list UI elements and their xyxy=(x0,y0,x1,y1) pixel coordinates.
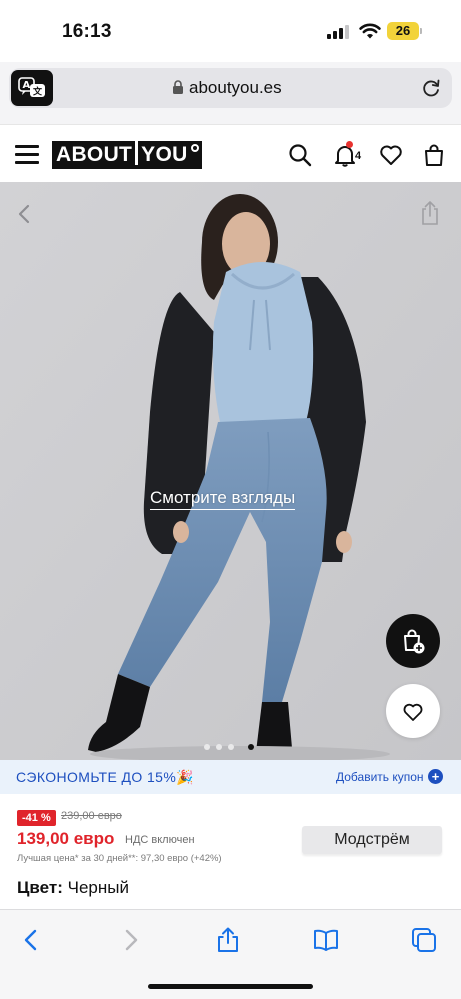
menu-icon[interactable] xyxy=(15,145,39,165)
model-photo xyxy=(0,182,461,760)
search-icon[interactable] xyxy=(288,143,312,167)
battery-indicator: 26 xyxy=(387,22,419,40)
old-price: 239,00 евро xyxy=(61,810,122,822)
battery-tip xyxy=(420,28,422,34)
color-label: Цвет: xyxy=(17,878,63,897)
forward-icon[interactable] xyxy=(118,927,144,953)
coupon-text: СЭКОНОМЬТЕ ДО 15%🎉 xyxy=(16,769,195,785)
reload-icon[interactable] xyxy=(420,77,442,99)
bell-icon[interactable] xyxy=(333,143,357,167)
logo-right: YOU xyxy=(141,143,188,166)
bookmarks-icon[interactable] xyxy=(313,927,339,953)
bag-icon[interactable] xyxy=(422,143,446,167)
size-button[interactable]: Модстрём xyxy=(302,826,442,854)
browser-address-area: A 文 aboutyou.es xyxy=(0,62,461,124)
status-bar: 16:13 26 xyxy=(0,0,461,62)
site-header: ABOUT YOU 4 xyxy=(0,124,461,182)
translate-icon: A 文 xyxy=(18,77,45,98)
svg-text:文: 文 xyxy=(32,86,43,98)
cellular-signal-icon xyxy=(327,24,351,39)
notification-count: 4 xyxy=(355,150,362,162)
carousel-back-icon[interactable] xyxy=(15,202,33,226)
discount-badge: -41 % xyxy=(17,810,56,826)
home-indicator xyxy=(148,984,313,989)
add-coupon-plus-icon[interactable]: + xyxy=(428,769,443,784)
translate-button[interactable]: A 文 xyxy=(11,70,53,106)
about-you-logo[interactable]: ABOUT YOU xyxy=(52,141,202,169)
back-icon[interactable] xyxy=(18,927,44,953)
wishlist-heart-icon[interactable] xyxy=(379,143,403,167)
page: 16:13 26 A 文 aboutyou.es ABOUT YOU 4 Смо… xyxy=(0,0,461,999)
carousel-dots[interactable] xyxy=(204,744,264,752)
color-value: Черный xyxy=(67,878,129,897)
current-price: 139,00 евро xyxy=(17,829,115,848)
add-to-bag-button[interactable] xyxy=(386,614,440,668)
svg-text:A: A xyxy=(23,80,31,91)
browser-toolbar xyxy=(0,909,461,999)
coupon-banner: СЭКОНОМЬТЕ ДО 15%🎉 Добавить купон + xyxy=(0,760,461,794)
url-text: aboutyou.es xyxy=(189,78,282,97)
bag-plus-icon xyxy=(404,629,425,654)
share-icon[interactable] xyxy=(215,927,241,953)
notification-dot xyxy=(346,141,353,148)
see-looks-link[interactable]: Смотрите взгляды xyxy=(150,488,296,510)
logo-left: ABOUT xyxy=(56,143,133,166)
best-price-note: Лучшая цена* за 30 дней**: 97,30 евро (+… xyxy=(17,853,222,864)
tabs-icon[interactable] xyxy=(411,927,437,953)
wifi-icon xyxy=(359,23,381,39)
heart-icon xyxy=(403,703,423,721)
lock-icon xyxy=(173,80,183,94)
status-time: 16:13 xyxy=(62,21,112,42)
vat-note: НДС включен xyxy=(125,834,195,846)
wishlist-button[interactable] xyxy=(386,684,440,738)
share-product-icon[interactable] xyxy=(419,200,441,226)
add-coupon-link[interactable]: Добавить купон xyxy=(336,770,424,784)
address-bar[interactable]: A 文 aboutyou.es xyxy=(9,68,452,108)
product-image[interactable]: Смотрите взгляды xyxy=(0,182,461,760)
color-row: Цвет: Черный xyxy=(17,878,129,898)
